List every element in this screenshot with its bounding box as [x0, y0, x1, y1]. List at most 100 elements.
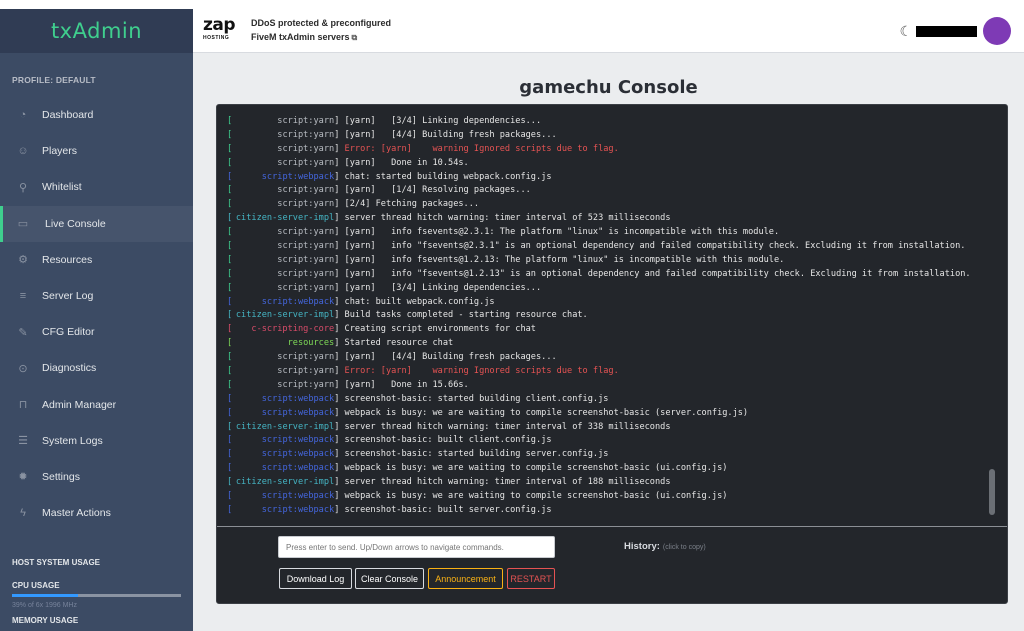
console-scrollbar-thumb[interactable] [989, 469, 995, 515]
sidebar-item-label: Players [42, 145, 78, 158]
console-line: [c-scripting-core] Creating script envir… [227, 323, 987, 337]
line-message: webpack is busy: we are waiting to compi… [344, 463, 728, 474]
brand-logo[interactable]: txAdmin [0, 9, 193, 53]
line-source-tag: resources [287, 338, 335, 349]
sidebar-item-resources[interactable]: ⚙ Resources [0, 242, 193, 278]
list-icon: ≡ [19, 290, 27, 303]
sidebar-item-server-log[interactable]: ≡ Server Log [0, 278, 193, 314]
line-bracket-close: ] [334, 435, 345, 446]
console-line: [script:webpack] screenshot-basic: built… [227, 504, 987, 515]
profile-title: PROFILE: DEFAULT [12, 75, 96, 85]
console-line: [resources] Started resource chat [227, 337, 987, 351]
clear-console-button[interactable]: Clear Console [355, 568, 424, 589]
line-source-tag: citizen-server-impl [235, 213, 335, 224]
line-message: screenshot-basic: built client.config.js [344, 435, 552, 446]
console-line: [script:yarn] [yarn] Done in 15.66s. [227, 379, 987, 393]
memory-usage-title: MEMORY USAGE [12, 616, 79, 626]
sidebar-item-dashboard[interactable]: ◔ Dashboard [0, 97, 193, 133]
zap-hosting-logo[interactable]: zap HOSTING [203, 17, 246, 45]
console-line: [citizen-server-impl] server thread hitc… [227, 212, 987, 226]
line-bracket-close: ] [334, 421, 345, 432]
line-bracket-close: ] [334, 352, 345, 363]
top-header: zap HOSTING DDoS protected & preconfigur… [193, 9, 1024, 53]
console-line: [script:yarn] [yarn] info fsevents@2.3.1… [227, 226, 987, 240]
line-message: server thread hitch warning: timer inter… [344, 213, 671, 224]
sidebar-item-players[interactable]: ☺ Players [0, 133, 193, 169]
page-title: gamechu Console [519, 77, 698, 98]
sidebar-item-live-console[interactable]: ▭ Live Console [0, 205, 193, 242]
line-message: [yarn] info fsevents@1.2.13: The platfor… [344, 254, 785, 265]
line-source-tag: script:webpack [261, 393, 335, 404]
puzzle-icon: ⚙ [18, 254, 28, 267]
sidebar-item-master-actions[interactable]: ϟ Master Actions [0, 495, 193, 531]
line-source-tag: script:webpack [261, 504, 335, 515]
line-source-tag: script:yarn [277, 129, 335, 140]
console-line: [citizen-server-impl] server thread hitc… [227, 476, 987, 490]
dark-mode-moon-icon[interactable]: ☾ [899, 23, 912, 40]
command-input[interactable] [278, 536, 555, 558]
console-divider [217, 526, 1007, 527]
avatar[interactable] [983, 17, 1011, 45]
line-bracket-close: ] [334, 310, 345, 321]
line-bracket-close: ] [334, 227, 345, 238]
sidebar-item-label: Server Log [42, 290, 94, 303]
line-message: webpack is busy: we are waiting to compi… [344, 407, 749, 418]
line-message: screenshot-basic: started building serve… [344, 449, 609, 460]
sidebar-item-settings[interactable]: ✹ Settings [0, 459, 193, 495]
line-bracket-close: ] [334, 143, 345, 154]
cpu-usage-fill [12, 594, 78, 598]
line-message: screenshot-basic: started building clien… [344, 393, 609, 404]
sidebar-item-diagnostics[interactable]: ⊙ Diagnostics [0, 350, 193, 386]
line-source-tag: script:yarn [277, 143, 335, 154]
line-source-tag: script:yarn [277, 185, 335, 196]
gear-icon: ✹ [18, 471, 28, 484]
line-source-tag: script:yarn [277, 157, 335, 168]
console-line: [script:webpack] chat: started building … [227, 171, 987, 185]
console-line: [script:webpack] screenshot-basic: start… [227, 448, 987, 462]
line-source-tag: script:yarn [277, 241, 335, 252]
sidebar-item-whitelist[interactable]: ⚲ Whitelist [0, 169, 193, 205]
restart-button[interactable]: RESTART [507, 568, 555, 589]
promo-line-2: FiveM txAdmin servers [251, 32, 350, 42]
sidebar-item-admin-manager[interactable]: ⊓ Admin Manager [0, 387, 193, 423]
line-message: [yarn] [4/4] Building fresh packages... [344, 129, 557, 140]
sidebar-item-cfg-editor[interactable]: ✎ CFG Editor [0, 314, 193, 350]
line-bracket-close: ] [334, 241, 345, 252]
announcement-button[interactable]: Announcement [428, 568, 503, 589]
line-message: chat: built webpack.config.js [344, 296, 495, 307]
line-source-tag: script:yarn [277, 366, 335, 377]
line-message: Error: [yarn] warning Ignored scripts du… [344, 143, 619, 154]
line-bracket-close: ] [334, 185, 345, 196]
line-bracket-close: ] [334, 171, 345, 182]
history-area: History: (click to copy) [624, 541, 706, 552]
line-bracket-close: ] [334, 477, 345, 488]
line-source-tag: script:yarn [277, 116, 335, 126]
sidebar-item-label: Settings [42, 470, 80, 483]
line-message: [yarn] [3/4] Linking dependencies... [344, 116, 542, 126]
console-output[interactable]: [script:yarn] [yarn] [3/4] Linking depen… [227, 115, 987, 515]
nav-list: ◔ Dashboard ☺ Players ⚲ Whitelist ▭ Live Consol… [0, 97, 193, 531]
pencil-icon: ✎ [18, 326, 28, 339]
history-hint: (click to copy) [662, 544, 706, 551]
sidebar-item-label: Master Actions [42, 507, 111, 520]
book-icon: ⊓ [18, 399, 28, 412]
console-line: [script:webpack] screenshot-basic: start… [227, 393, 987, 407]
promo-link[interactable]: FiveM txAdmin servers ⧉ [251, 32, 357, 43]
console-line: [citizen-server-impl] server thread hitc… [227, 421, 987, 435]
console-scrollbar[interactable] [989, 119, 995, 515]
console-line: [script:yarn] Error: [yarn] warning Igno… [227, 143, 987, 157]
line-message: [yarn] Done in 15.66s. [344, 379, 469, 390]
console-card: [script:yarn] [yarn] [3/4] Linking depen… [216, 104, 1008, 604]
console-line: [script:yarn] [yarn] [1/4] Resolving pac… [227, 184, 987, 198]
notes-icon: ☰ [18, 435, 28, 448]
console-line: [script:yarn] [yarn] Done in 10.54s. [227, 157, 987, 171]
line-message: [yarn] [3/4] Linking dependencies... [344, 282, 542, 293]
line-message: [2/4] Fetching packages... [344, 199, 480, 210]
line-message: chat: started building webpack.config.js [344, 171, 552, 182]
line-bracket-close: ] [334, 449, 345, 460]
sidebar-item-system-logs[interactable]: ☰ System Logs [0, 423, 193, 459]
sidebar-item-label: CFG Editor [42, 326, 95, 339]
download-log-button[interactable]: Download Log [279, 568, 352, 589]
history-label: History: [624, 541, 660, 552]
line-source-tag: script:webpack [261, 491, 335, 502]
